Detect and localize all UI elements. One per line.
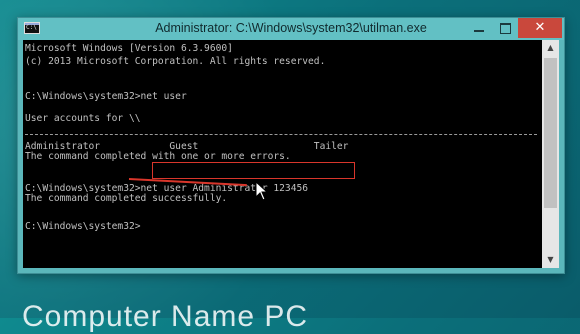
separator-line <box>25 134 537 135</box>
minimize-button[interactable] <box>466 18 492 38</box>
desktop-watermark-text: Computer Name PC <box>22 300 309 333</box>
mouse-pointer-icon <box>255 181 269 201</box>
console-prompt: C:\Windows\system32> <box>25 221 141 232</box>
console-output[interactable]: Microsoft Windows [Version 6.3.9600] (c)… <box>23 40 542 268</box>
command-highlight-box <box>152 162 355 179</box>
scroll-down-arrow-icon[interactable]: ▼ <box>542 252 559 268</box>
vertical-scrollbar[interactable]: ▲ ▼ <box>542 40 559 268</box>
console-line: The command completed successfully. <box>25 193 228 204</box>
scroll-thumb[interactable] <box>544 58 557 208</box>
console-line: Microsoft Windows [Version 6.3.9600] <box>25 43 233 54</box>
caption-buttons: ✕ <box>466 18 562 38</box>
scroll-up-arrow-icon[interactable]: ▲ <box>542 40 559 56</box>
console-line: C:\Windows\system32>net user <box>25 91 187 102</box>
minimize-icon <box>474 30 484 32</box>
close-button[interactable]: ✕ <box>518 18 562 38</box>
console-line: (c) 2013 Microsoft Corporation. All righ… <box>25 56 326 67</box>
close-icon: ✕ <box>534 20 546 35</box>
cmd-window[interactable]: Administrator: C:\Windows\system32\utilm… <box>17 17 565 274</box>
title-bar[interactable]: Administrator: C:\Windows\system32\utilm… <box>18 18 564 40</box>
console-line: User accounts for \\ <box>25 113 141 124</box>
maximize-icon <box>500 23 511 34</box>
maximize-button[interactable] <box>492 18 518 38</box>
